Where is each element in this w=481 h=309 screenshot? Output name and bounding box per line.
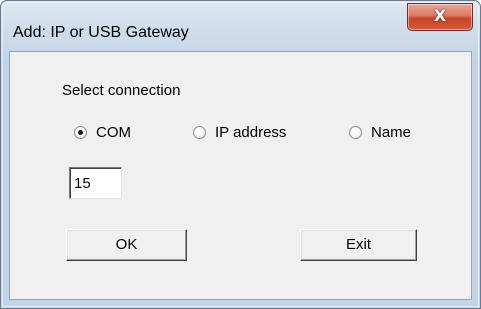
radio-circle: [193, 126, 206, 139]
radio-circle: [74, 126, 87, 139]
close-button[interactable]: X: [407, 3, 473, 31]
radio-circle: [349, 126, 362, 139]
title-bar[interactable]: Add: IP or USB Gateway X: [1, 1, 480, 51]
radio-com-label: COM: [96, 124, 131, 141]
dialog-body: Select connection COM IP address Name OK…: [9, 51, 472, 300]
ok-button[interactable]: OK: [66, 229, 187, 261]
window-title: Add: IP or USB Gateway: [13, 24, 189, 41]
exit-button[interactable]: Exit: [300, 229, 417, 261]
close-icon: X: [433, 6, 447, 25]
radio-ip-address-label: IP address: [215, 124, 287, 141]
gateway-dialog: Add: IP or USB Gateway X Select connecti…: [0, 0, 481, 309]
radio-name-label: Name: [371, 124, 412, 141]
com-port-input[interactable]: [69, 167, 122, 199]
select-connection-label: Select connection: [62, 82, 181, 99]
radio-dot: [78, 130, 83, 135]
